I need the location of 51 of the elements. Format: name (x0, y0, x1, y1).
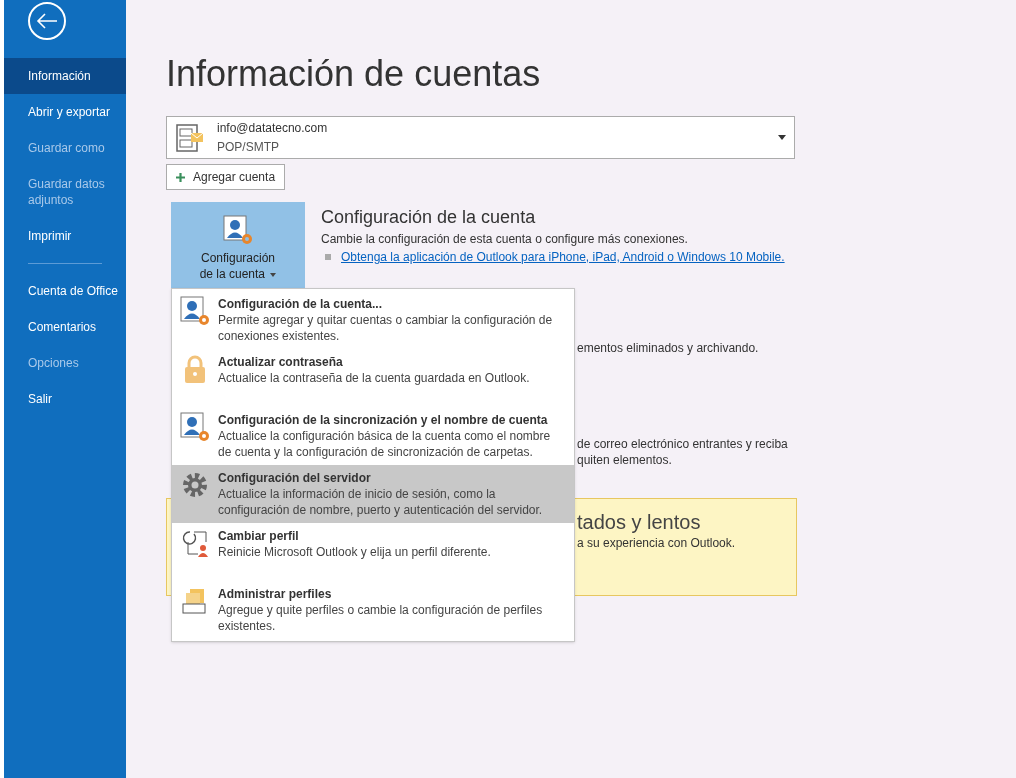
section-title: Configuración de la cuenta (321, 206, 537, 229)
banner-title: tados y lentos (577, 510, 702, 535)
menu-item[interactable]: Configuración de la sincronización y el nombre de cuenta Actualice la configuración básica de la cuenta como el nombre de cuenta y la configuración de sincronización de carpetas. (172, 407, 574, 465)
menu-item-description: Permite agregar y quitar cuentas o cambiar la configuración de conexiones existentes. (218, 312, 554, 344)
account-settings-icon (222, 214, 254, 246)
gear-icon (180, 470, 210, 500)
back-arrow-icon (36, 13, 58, 29)
account-settings-button[interactable]: Configuración de la cuenta (171, 202, 305, 288)
account-email: info@datatecno.com (217, 119, 328, 137)
sidebar-item[interactable]: Imprimir (4, 218, 126, 254)
sidebar-item[interactable]: Comentarios (4, 309, 126, 345)
menu-item-description: Actualice la información de inicio de sesión, como la configuración de nombre, puerto y autenticación del servidor. (218, 486, 544, 518)
outlook-app-link[interactable]: Obtenga la aplicación de Outlook para iPhone, iPad, Android o Windows 10 Mobile. (341, 248, 785, 266)
menu-item-description: Actualice la contraseña de la cuenta guardada en Outlook. (218, 370, 530, 386)
menu-item-title: Actualizar contraseña (218, 354, 344, 370)
menu-item-title: Configuración de la cuenta... (218, 296, 384, 312)
plus-icon (176, 172, 185, 182)
menu-item-description: Actualice la configuración básica de la cuenta como el nombre de cuenta y la configuración de sincronización de carpetas. (218, 428, 552, 460)
account-settings-label: Configuración de la cuenta (198, 250, 278, 282)
section-text: ementos eliminados y archivando. (577, 340, 760, 356)
menu-item[interactable]: Administrar perfiles Agregue y quite perfiles o cambie la configuración de perfiles existentes. (172, 581, 574, 639)
menu-item[interactable]: Actualizar contraseña Actualice la contraseña de la cuenta guardada en Outlook. (172, 349, 574, 407)
section-text: quiten elementos. (577, 452, 673, 468)
page-title: Información de cuentas (166, 52, 542, 96)
section-text: de correo electrónico entrantes y reciba (577, 436, 789, 452)
menu-item[interactable]: Cambiar perfil Reinicie Microsoft Outlook y elija un perfil diferente. (172, 523, 574, 581)
account-dropdown[interactable]: info@datatecno.com POP/SMTP (166, 116, 795, 159)
bullet-icon (325, 254, 331, 260)
menu-item[interactable]: Configuración del servidor Actualice la información de inicio de sesión, como la configuración de nombre, puerto y autenticación del servidor. (172, 465, 574, 523)
add-account-button[interactable]: Agregar cuenta (166, 164, 286, 190)
menu-item[interactable]: Configuración de la cuenta... Permite agregar y quitar cuentas o cambiar la configuración de conexiones existentes. (172, 291, 574, 349)
sidebar-item[interactable]: Salir (4, 381, 126, 417)
dropdown-caret-icon (778, 135, 786, 140)
sidebar-item[interactable]: Cuenta de Office (4, 273, 126, 309)
sidebar-item[interactable]: Información (4, 58, 126, 94)
back-button[interactable] (28, 2, 66, 40)
menu-item-title: Configuración de la sincronización y el nombre de cuenta (218, 412, 549, 428)
mail-cabinet-icon (175, 122, 205, 153)
menu-item-title: Configuración del servidor (218, 470, 372, 486)
section-text: a su experiencia con Outlook. (577, 535, 737, 551)
account-type: POP/SMTP (217, 138, 280, 156)
person-refresh-icon (180, 528, 210, 558)
person-gear-icon (180, 296, 210, 326)
caret-icon (270, 272, 277, 277)
menu-item-title: Cambiar perfil (218, 528, 300, 544)
sidebar-item[interactable]: Abrir y exportar (4, 94, 126, 130)
menu-item-description: Reinicie Microsoft Outlook y elija un perfil diferente. (218, 544, 491, 560)
menu-item-title: Administrar perfiles (218, 586, 333, 602)
person-gear-icon (180, 412, 210, 442)
menu-item-description: Agregue y quite perfiles o cambie la configuración de perfiles existentes. (218, 602, 544, 634)
section-description: Cambie la configuración de esta cuenta o configure más conexiones. (321, 231, 689, 248)
